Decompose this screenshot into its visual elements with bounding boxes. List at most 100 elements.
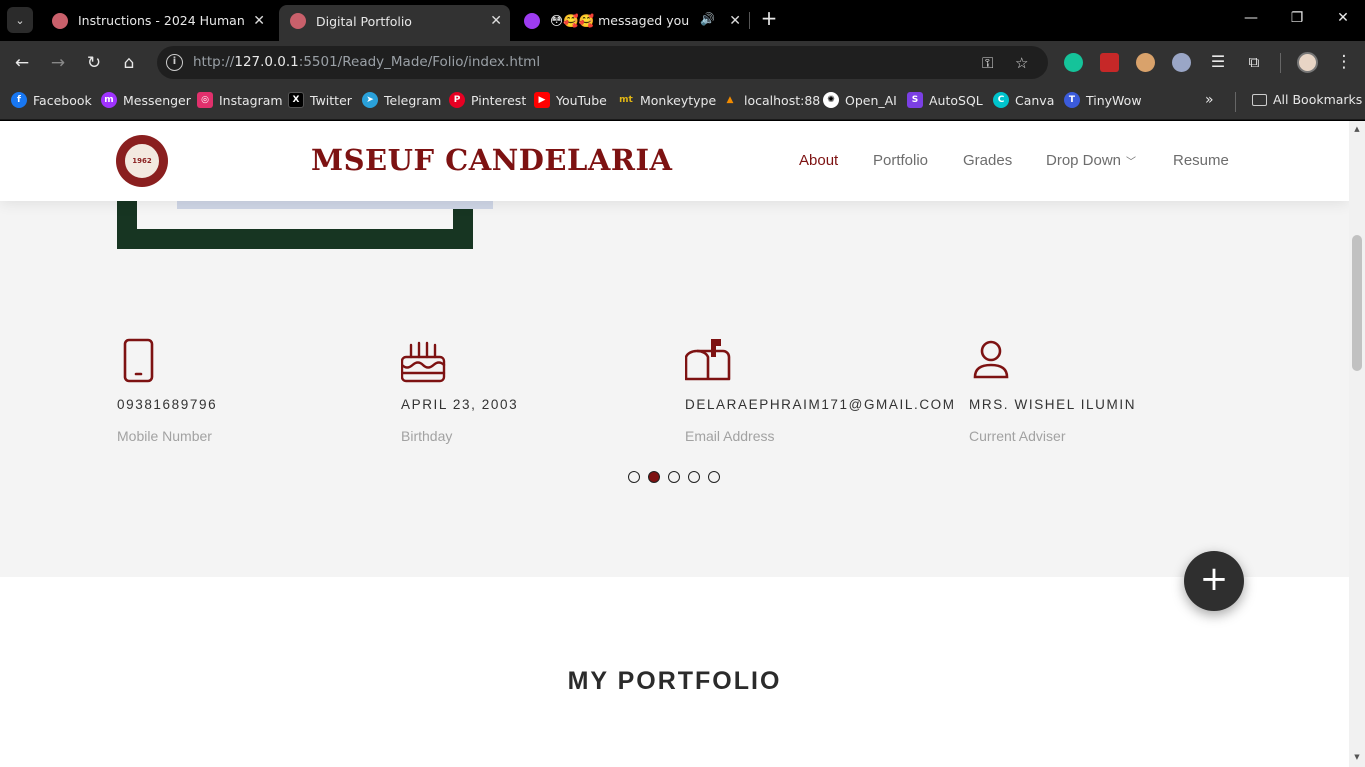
folder-icon bbox=[1252, 93, 1267, 106]
bookmark-openai[interactable]: ✺ Open_AI bbox=[823, 92, 897, 108]
carousel-dot[interactable] bbox=[628, 471, 640, 483]
info-label: Mobile Number bbox=[117, 428, 212, 444]
avatar[interactable] bbox=[1297, 52, 1318, 73]
mailbox-icon bbox=[685, 339, 731, 381]
url-text[interactable]: http://127.0.0.1:5501/Ready_Made/Folio/i… bbox=[193, 54, 540, 70]
bookmark-tinywow[interactable]: T TinyWow bbox=[1064, 92, 1142, 108]
info-label: Birthday bbox=[401, 428, 453, 444]
university-logo[interactable]: 1962 bbox=[116, 135, 168, 187]
tab-search-button[interactable]: ⌄ bbox=[7, 7, 33, 33]
info-value: 09381689796 bbox=[117, 397, 218, 412]
add-button[interactable]: + bbox=[1184, 551, 1244, 611]
carousel-dot-active[interactable] bbox=[648, 471, 660, 483]
speaker-icon[interactable]: 🔊 bbox=[700, 12, 715, 26]
nav-portfolio[interactable]: Portfolio bbox=[873, 152, 928, 169]
close-window-button[interactable]: ✕ bbox=[1333, 10, 1353, 26]
new-tab-button[interactable]: + bbox=[758, 8, 780, 30]
tab-instructions[interactable]: Instructions - 2024 Human Com ✕ bbox=[41, 6, 273, 35]
x-icon: X bbox=[288, 92, 304, 108]
info-value: APRIL 23, 2003 bbox=[401, 397, 519, 412]
key-icon[interactable]: ⚿ bbox=[982, 54, 993, 72]
info-value: MRS. WISHEL ILUMIN bbox=[969, 397, 1137, 412]
messenger-icon: m bbox=[101, 92, 117, 108]
carousel-dot[interactable] bbox=[708, 471, 720, 483]
monkeytype-icon: mt bbox=[619, 95, 633, 105]
tab-title: Instructions - 2024 Human Com bbox=[78, 13, 248, 28]
section-title: MY PORTFOLIO bbox=[567, 667, 782, 695]
extensions-icon[interactable]: ⧉ bbox=[1243, 51, 1265, 73]
grammarly-icon[interactable] bbox=[1064, 53, 1083, 72]
scroll-up-arrow[interactable]: ▲ bbox=[1352, 125, 1362, 133]
carousel-dot[interactable] bbox=[688, 471, 700, 483]
info-label: Email Address bbox=[685, 428, 775, 444]
canva-icon: C bbox=[993, 92, 1009, 108]
toolbar-separator bbox=[1280, 53, 1281, 73]
bookmark-monkeytype[interactable]: mt Monkeytype bbox=[618, 92, 716, 108]
minimize-button[interactable]: — bbox=[1241, 10, 1261, 26]
bookmark-telegram[interactable]: ➤ Telegram bbox=[362, 92, 441, 108]
bookmark-canva[interactable]: C Canva bbox=[993, 92, 1054, 108]
tab-favicon bbox=[52, 12, 68, 29]
telegram-icon: ➤ bbox=[362, 92, 378, 108]
tab-messenger[interactable]: 😳🥰🥰 messaged you 🔊 ✕ bbox=[513, 6, 749, 35]
site-info-icon[interactable]: i bbox=[166, 54, 183, 71]
phone-icon bbox=[123, 338, 154, 383]
bookmark-twitter[interactable]: X Twitter bbox=[288, 92, 352, 108]
reading-list-icon[interactable]: ☰ bbox=[1207, 51, 1229, 73]
chevron-down-icon: ﹀ bbox=[1126, 157, 1137, 168]
seal-icon: 1962 bbox=[123, 142, 161, 180]
all-bookmarks-button[interactable]: All Bookmarks bbox=[1252, 92, 1362, 107]
facebook-icon: f bbox=[11, 92, 27, 108]
carousel-pagination bbox=[628, 471, 720, 483]
scrollbar-thumb[interactable] bbox=[1352, 235, 1362, 371]
bookmark-localhost[interactable]: ▲ localhost:88 bbox=[722, 92, 821, 108]
shield-icon[interactable] bbox=[1172, 53, 1191, 72]
scrollbar[interactable]: ▲ ▼ bbox=[1349, 121, 1365, 767]
address-bar[interactable]: i http://127.0.0.1:5501/Ready_Made/Folio… bbox=[157, 46, 1048, 79]
restore-button[interactable]: ❐ bbox=[1287, 10, 1307, 26]
forward-button[interactable]: → bbox=[47, 52, 69, 74]
extension-icon[interactable] bbox=[1136, 53, 1155, 72]
openai-icon: ✺ bbox=[823, 92, 839, 108]
tab-separator bbox=[749, 12, 750, 29]
xampp-icon: ▲ bbox=[726, 95, 734, 105]
bookmark-facebook[interactable]: f Facebook bbox=[11, 92, 92, 108]
tab-title: Digital Portfolio bbox=[316, 13, 412, 29]
bookmark-instagram[interactable]: ◎ Instagram bbox=[197, 92, 283, 108]
tab-favicon bbox=[524, 12, 540, 29]
pinterest-icon: P bbox=[449, 92, 465, 108]
menu-icon[interactable]: ⋮ bbox=[1333, 51, 1355, 73]
youtube-icon: ▶ bbox=[534, 92, 550, 108]
reload-button[interactable]: ↻ bbox=[83, 52, 105, 74]
carousel-dot[interactable] bbox=[668, 471, 680, 483]
close-icon[interactable]: ✕ bbox=[490, 13, 502, 29]
nav-grades[interactable]: Grades bbox=[963, 152, 1012, 169]
nav-drop-down-label: Drop Down bbox=[1046, 152, 1122, 169]
autosql-icon: S bbox=[907, 92, 923, 108]
bookmark-youtube[interactable]: ▶ YouTube bbox=[534, 92, 607, 108]
person-icon bbox=[973, 340, 1009, 379]
browser-toolbar: ← → ↻ ⌂ i http://127.0.0.1:5501/Ready_Ma… bbox=[0, 41, 1365, 84]
cake-icon bbox=[401, 341, 446, 383]
bookmark-autosql[interactable]: S AutoSQL bbox=[907, 92, 983, 108]
scroll-down-arrow[interactable]: ▼ bbox=[1352, 753, 1362, 761]
close-icon[interactable]: ✕ bbox=[729, 13, 741, 29]
info-label: Current Adviser bbox=[969, 428, 1066, 444]
extension-icon[interactable] bbox=[1100, 53, 1119, 72]
home-button[interactable]: ⌂ bbox=[118, 52, 140, 74]
tab-title: 😳🥰🥰 messaged you bbox=[550, 12, 690, 28]
tab-digital-portfolio[interactable]: Digital Portfolio ✕ bbox=[279, 5, 510, 41]
nav-resume[interactable]: Resume bbox=[1173, 152, 1229, 169]
nav-about[interactable]: About bbox=[799, 152, 838, 169]
bookmark-pinterest[interactable]: P Pinterest bbox=[449, 92, 526, 108]
tinywow-icon: T bbox=[1064, 92, 1080, 108]
nav-drop-down[interactable]: Drop Down ﹀ bbox=[1046, 152, 1136, 169]
back-button[interactable]: ← bbox=[11, 52, 33, 74]
bookmarks-separator bbox=[1235, 92, 1236, 112]
bookmark-messenger[interactable]: m Messenger bbox=[101, 92, 191, 108]
star-icon[interactable]: ☆ bbox=[1015, 54, 1028, 72]
site-brand[interactable]: MSEUF CANDELARIA bbox=[311, 143, 673, 177]
more-bookmarks-button[interactable]: » bbox=[1205, 92, 1214, 108]
close-icon[interactable]: ✕ bbox=[253, 13, 265, 29]
instagram-icon: ◎ bbox=[197, 92, 213, 108]
